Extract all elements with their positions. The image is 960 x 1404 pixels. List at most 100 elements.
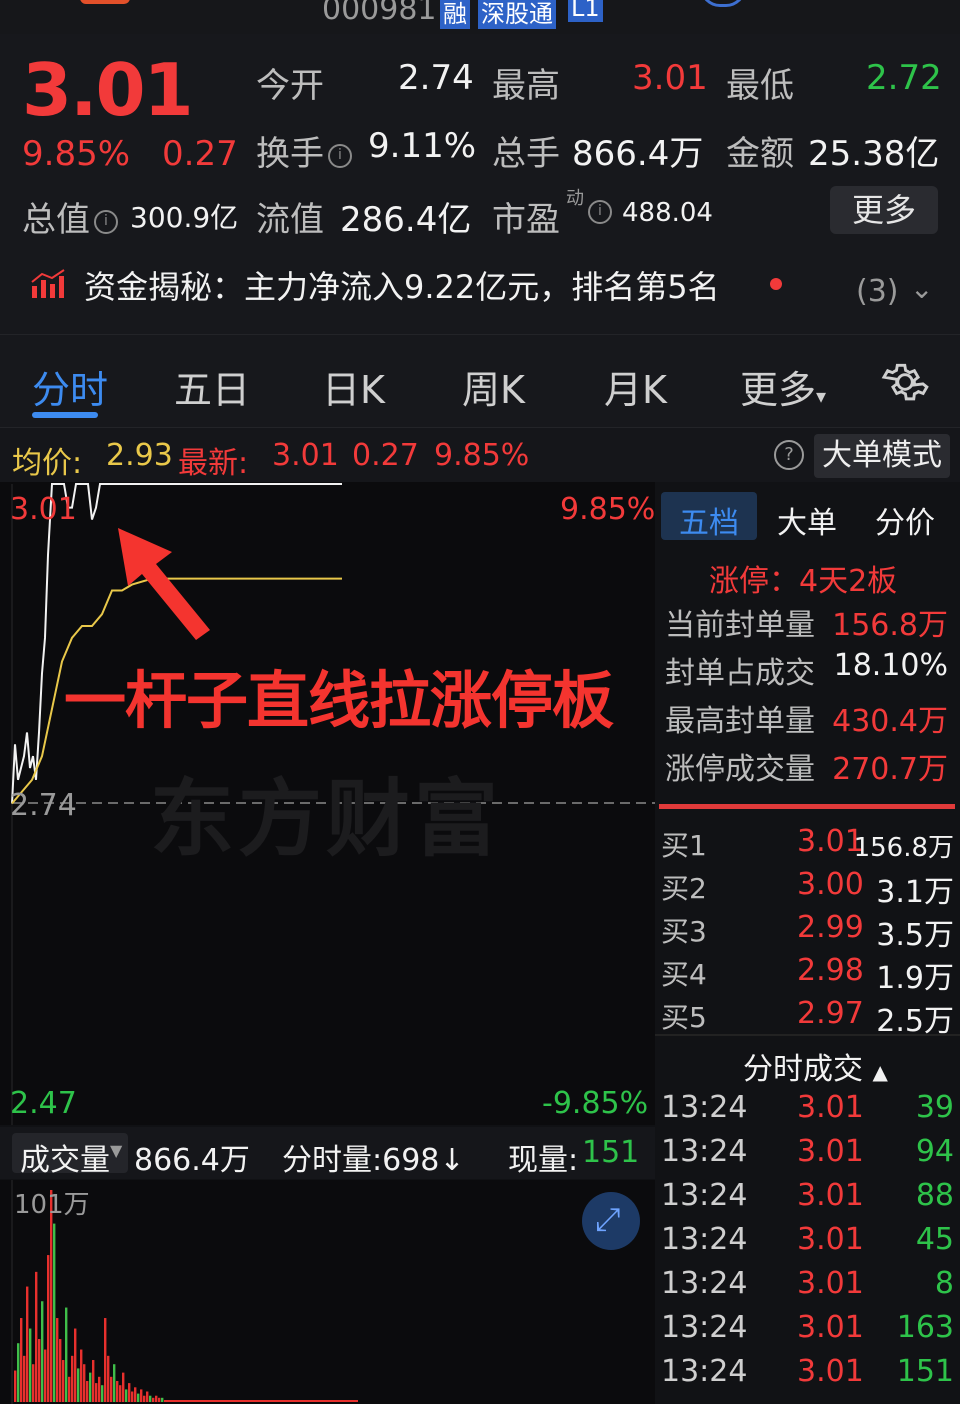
logo-fragment (80, 0, 130, 4)
price-axis-mid: 2.74 (10, 788, 77, 823)
info-icon[interactable]: i (94, 209, 118, 234)
bid-volume: 156.8万 (853, 833, 954, 863)
tab-monthly-k[interactable]: 月K (604, 359, 667, 414)
pe-value: 488.04 (622, 198, 713, 228)
tick-row: 13:24 3.01 94 (655, 1134, 960, 1176)
tick-time: 13:24 (661, 1354, 748, 1389)
limit-stat-label: 涨停成交量 (665, 752, 815, 787)
bid-row[interactable]: 买3 2.99 3.5万 (655, 910, 960, 953)
tick-row: 13:24 3.01 151 (655, 1354, 960, 1396)
volume-bar-mark (35, 1271, 38, 1402)
volume-bar-mark (62, 1360, 65, 1402)
divider-red (659, 804, 955, 809)
open-label: 今开 (256, 66, 324, 106)
bid-label: 买4 (661, 958, 707, 991)
volume-bar-mark (65, 1307, 68, 1402)
volume-bar-mark (110, 1376, 113, 1402)
latest-label: 最新: (178, 446, 249, 481)
capital-count[interactable]: (3) (856, 274, 899, 309)
latest-pct: 9.85% (434, 438, 530, 473)
volume-bar-mark (26, 1286, 29, 1402)
volume-bar-mark (104, 1318, 107, 1402)
change-amount: 0.27 (162, 134, 238, 174)
bid-row[interactable]: 买5 2.97 2.5万 (655, 996, 960, 1039)
bid-price: 3.00 (797, 867, 864, 902)
annotation-text: 一杆子直线拉涨停板 (64, 664, 614, 737)
volume-bar-mark (131, 1391, 134, 1402)
gear-icon[interactable] (880, 357, 930, 407)
bid-volume: 3.1万 (876, 875, 954, 910)
volume-selector[interactable]: 成交量 ▼ (12, 1133, 128, 1178)
latest-change: 0.27 (352, 438, 419, 473)
volume-chart-svg (11, 1180, 358, 1404)
avg-label: 均价: (12, 446, 83, 481)
volume-bar-mark (59, 1339, 62, 1402)
intraday-chart[interactable]: 东方财富 3.01 9.85% 2.74 2.47 -9.85% 一杆子直线拉涨… (0, 482, 655, 1125)
more-button[interactable]: 更多 (830, 186, 938, 234)
volume-bar: 成交量 ▼ 866.4万 分时量:698↓ 现量: 151 (0, 1127, 655, 1179)
volume-bar-mark (47, 1255, 50, 1402)
bid-label: 买5 (661, 1001, 707, 1034)
avatar-icon[interactable] (700, 0, 746, 7)
volume-bar-mark (44, 1349, 47, 1402)
big-order-mode-button[interactable]: 大单模式 (814, 434, 950, 478)
volume-chart[interactable]: 101万 ⤢ (0, 1180, 655, 1404)
tab-price-distribution[interactable]: 分价 (875, 498, 935, 542)
tick-volume: 163 (896, 1310, 954, 1345)
period-tabs: 分时 五日 日K 周K 月K 更多▾ (0, 334, 960, 428)
badge-level: L1 (568, 0, 603, 22)
tab-intraday[interactable]: 分时 (32, 359, 108, 414)
bid-row[interactable]: 买2 3.00 3.1万 (655, 867, 960, 910)
tick-time: 13:24 (661, 1178, 748, 1213)
volume-bar-mark (17, 1343, 20, 1402)
badge-margin: 融 (440, 0, 470, 29)
volume-bar-mark (23, 1355, 26, 1402)
tick-price: 3.01 (797, 1134, 864, 1169)
tab-daily-k[interactable]: 日K (322, 359, 385, 414)
tick-row: 13:24 3.01 88 (655, 1178, 960, 1220)
chevron-down-icon[interactable]: ⌄ (910, 272, 933, 305)
volume-scale: 101万 (14, 1190, 90, 1220)
limit-stat-row: 涨停成交量 270.7万 (655, 744, 960, 790)
price-axis-top: 3.01 (10, 492, 77, 527)
bid-row[interactable]: 买1 3.01 156.8万 (655, 824, 960, 866)
limit-stat-label: 最高封单量 (665, 704, 815, 739)
volume-bar-mark (140, 1389, 143, 1402)
volume-bar-mark (83, 1364, 86, 1402)
volume-bar-mark (92, 1360, 95, 1402)
volume-bar-mark (101, 1385, 104, 1402)
capital-flow-text[interactable]: 资金揭秘：主力净流入9.22亿元，排名第5名 (84, 262, 720, 308)
volume-bar-mark (137, 1393, 140, 1402)
tick-volume: 94 (915, 1134, 954, 1169)
volume-bar-mark (119, 1385, 122, 1402)
limit-stat-value: 156.8万 (832, 608, 948, 643)
limit-stat-label: 封单占成交 (665, 656, 815, 691)
volume-value: 866.4万 (572, 134, 704, 174)
info-icon[interactable]: i (588, 200, 612, 224)
ticks-title[interactable]: 分时成交 ▲ (743, 1044, 888, 1088)
info-icon[interactable]: i (328, 143, 352, 168)
volume-bar-mark (80, 1349, 83, 1402)
volume-bar-mark (143, 1395, 146, 1402)
volume-bar-mark (74, 1328, 77, 1402)
expand-icon: ⤢ (595, 1200, 621, 1238)
tick-time: 13:24 (661, 1310, 748, 1345)
volume-bar-mark (149, 1395, 152, 1402)
bid-row[interactable]: 买4 2.98 1.9万 (655, 953, 960, 996)
tab-five-levels[interactable]: 五档 (661, 492, 757, 541)
divider (655, 1034, 960, 1036)
help-icon[interactable]: ? (774, 440, 804, 470)
tick-row: 13:24 3.01 163 (655, 1310, 960, 1352)
tick-time: 13:24 (661, 1134, 748, 1169)
bid-label: 买3 (661, 915, 707, 948)
volume-bar-mark (125, 1389, 128, 1402)
tab-big-orders[interactable]: 大单 (777, 498, 837, 542)
tick-price: 3.01 (797, 1090, 864, 1125)
tab-five-day[interactable]: 五日 (174, 359, 250, 414)
tick-volume: 45 (915, 1222, 954, 1257)
volume-bar-mark (53, 1223, 56, 1402)
tab-weekly-k[interactable]: 周K (462, 359, 525, 414)
expand-button[interactable]: ⤢ (582, 1192, 640, 1250)
tick-row: 13:24 3.01 45 (655, 1222, 960, 1264)
tab-more[interactable]: 更多▾ (740, 359, 826, 414)
